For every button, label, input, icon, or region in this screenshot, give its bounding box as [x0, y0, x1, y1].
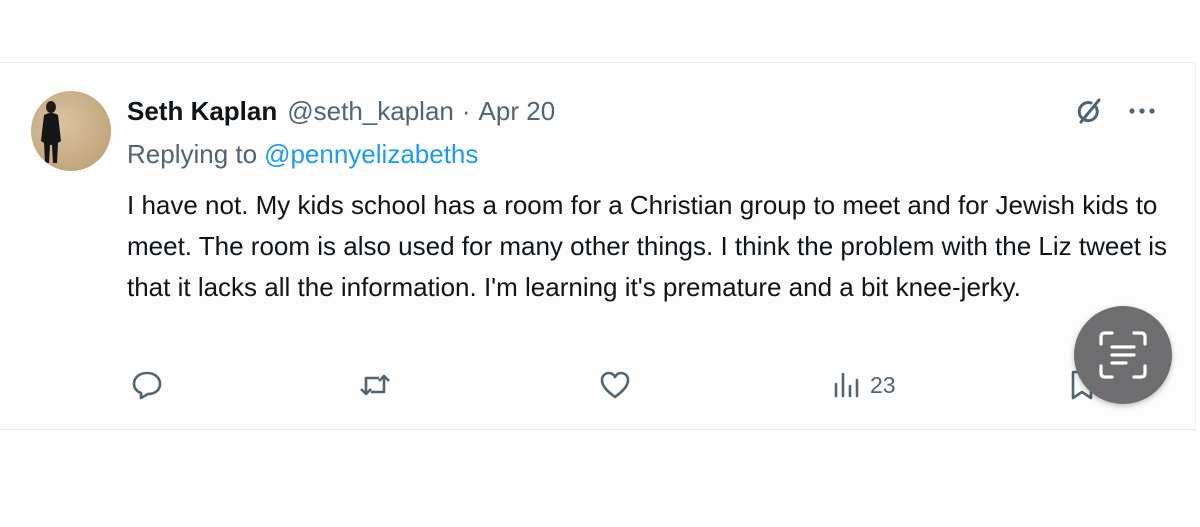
tweet-card[interactable]: Seth Kaplan @seth_kaplan · Apr 20 Replyi…	[0, 62, 1196, 430]
like-button[interactable]	[598, 365, 632, 405]
text-scan-icon	[1099, 331, 1147, 379]
user-handle[interactable]: @seth_kaplan	[287, 96, 454, 127]
header-separator: ·	[461, 95, 471, 126]
replying-to-mention[interactable]: @pennyelizabeths	[264, 139, 478, 169]
tweet-date[interactable]: Apr 20	[479, 96, 556, 127]
views-button[interactable]: 23	[832, 365, 896, 405]
retweet-button[interactable]	[357, 365, 393, 405]
replying-to: Replying to @pennyelizabeths	[127, 139, 478, 170]
more-icon[interactable]	[1125, 94, 1159, 128]
views-count: 23	[870, 371, 896, 398]
tweet-header: Seth Kaplan @seth_kaplan · Apr 20	[127, 93, 555, 129]
text-scan-button[interactable]	[1074, 306, 1172, 404]
grok-icon[interactable]	[1071, 93, 1107, 129]
reply-icon	[132, 371, 162, 400]
avatar-silhouette	[41, 101, 61, 163]
tweet-text: I have not. My kids school has a room fo…	[127, 190, 1168, 302]
views-icon	[834, 372, 859, 398]
tweet-top-actions	[1071, 93, 1159, 129]
reply-button[interactable]	[130, 365, 164, 405]
screenshot-page: Seth Kaplan @seth_kaplan · Apr 20 Replyi…	[0, 0, 1200, 527]
like-icon	[600, 371, 630, 399]
replying-to-label: Replying to	[127, 139, 258, 169]
avatar[interactable]	[31, 91, 111, 171]
tweet-action-bar: 23	[127, 365, 1177, 405]
display-name[interactable]: Seth Kaplan	[127, 96, 277, 127]
retweet-icon	[360, 374, 390, 396]
